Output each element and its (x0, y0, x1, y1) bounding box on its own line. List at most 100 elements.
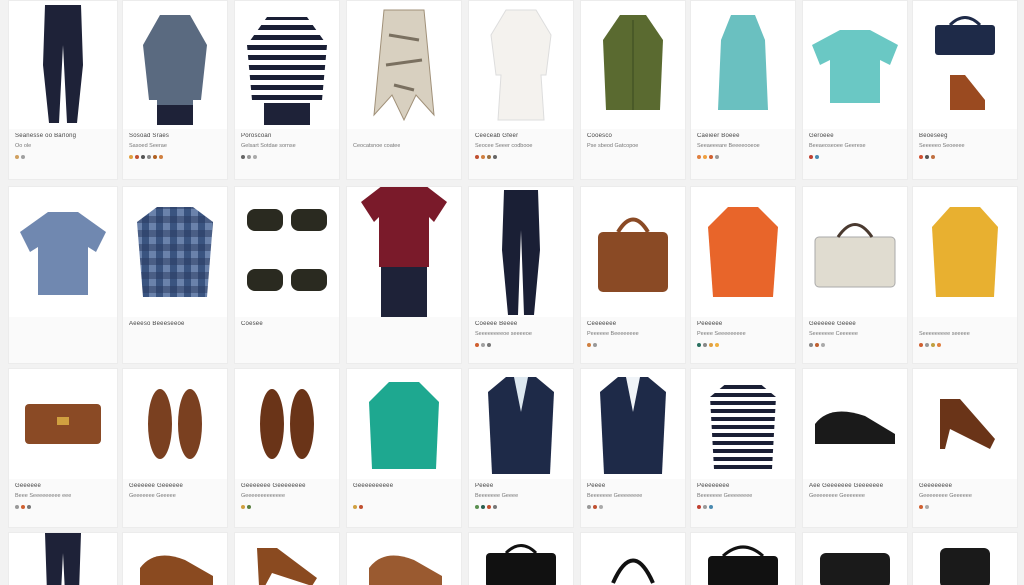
product-title[interactable]: Peeee (587, 483, 605, 489)
product-title[interactable]: Peeee (475, 483, 493, 489)
product-image[interactable] (123, 187, 227, 317)
product-title[interactable]: Coesee (241, 321, 263, 327)
product-image[interactable] (691, 533, 795, 585)
product-image[interactable] (581, 369, 685, 479)
product-image[interactable] (347, 533, 461, 585)
product-card[interactable] (346, 186, 462, 364)
color-swatch[interactable] (481, 505, 485, 509)
color-swatch[interactable] (709, 155, 713, 159)
color-swatch[interactable] (493, 155, 497, 159)
product-image[interactable] (235, 533, 339, 585)
color-swatch[interactable] (353, 505, 357, 509)
product-image[interactable] (9, 187, 117, 317)
product-card[interactable]: Geroeee Beeaeoseoee Geerese (802, 0, 908, 180)
color-swatch[interactable] (129, 155, 133, 159)
product-card[interactable]: Geeeeeeee Geeeeeeee Geeeeee (912, 368, 1018, 528)
color-swatch[interactable] (697, 505, 701, 509)
product-card[interactable] (690, 532, 796, 585)
product-title[interactable]: Cooesco (587, 133, 612, 139)
product-card[interactable]: Peeeeee Peeee Seeeeeeeee (690, 186, 796, 364)
product-card[interactable]: Ceeceab Gfeer Seocee Seeer codbooe (468, 0, 574, 180)
product-image[interactable] (123, 369, 227, 479)
product-card[interactable] (468, 532, 574, 585)
color-swatch[interactable] (475, 155, 479, 159)
product-card[interactable] (122, 532, 228, 585)
color-swatch[interactable] (27, 505, 31, 509)
color-swatch[interactable] (931, 343, 935, 347)
color-swatch[interactable] (21, 155, 25, 159)
product-card[interactable]: Seeeeeeeee seeeee (912, 186, 1018, 364)
product-title[interactable]: Poroscoan (241, 133, 272, 139)
color-swatch[interactable] (487, 155, 491, 159)
color-swatch[interactable] (925, 505, 929, 509)
product-title[interactable]: Peeeeee (697, 321, 722, 327)
color-swatch[interactable] (21, 505, 25, 509)
product-image[interactable] (9, 369, 117, 479)
product-title[interactable]: Geeeeeee Geeeeeeee (241, 483, 306, 489)
color-swatch[interactable] (703, 505, 707, 509)
product-title[interactable]: Sosoad Sraes (129, 133, 169, 139)
product-title[interactable]: Aee Geeeeeee Geeeeeee (809, 483, 883, 489)
product-card[interactable]: Cooesco Pse sbeod Gatcopoe (580, 0, 686, 180)
product-image[interactable] (913, 369, 1017, 479)
product-image[interactable] (581, 187, 685, 317)
product-image[interactable] (9, 533, 117, 585)
color-swatch[interactable] (241, 155, 245, 159)
product-image[interactable] (235, 369, 339, 479)
color-swatch[interactable] (815, 343, 819, 347)
product-title[interactable]: Peeeeeeee (697, 483, 730, 489)
product-card[interactable]: Ceocatsnoe coatee (346, 0, 462, 180)
product-title[interactable]: Seanesse oo Barlong (15, 133, 76, 139)
product-title[interactable]: Coeeee Beeee (475, 321, 517, 327)
product-title[interactable]: Ceeeeeee (587, 321, 616, 327)
product-image[interactable] (581, 1, 685, 129)
product-card[interactable]: Aee Geeeeeee Geeeeeee Geeeeeeee Geeeeeee (802, 368, 908, 528)
color-swatch[interactable] (475, 505, 479, 509)
product-title[interactable]: Geeeeee Geeee (809, 321, 856, 327)
product-card[interactable]: Peeeeeeee Beeeeeee Geeeeeeee (690, 368, 796, 528)
color-swatch[interactable] (481, 343, 485, 347)
product-card[interactable]: Beoeseeg Seeeeeo Seoeeee (912, 0, 1018, 180)
color-swatch[interactable] (925, 155, 929, 159)
product-image[interactable] (913, 1, 1017, 129)
color-swatch[interactable] (809, 155, 813, 159)
product-card[interactable] (802, 532, 908, 585)
product-image[interactable] (803, 369, 907, 479)
product-card[interactable]: Geeeeeee Geeeeeeee Geeeeeeeeeeeee (234, 368, 340, 528)
product-card[interactable]: Coeeee Beeee Seeeeeeeeoe seeeeoe (468, 186, 574, 364)
product-card[interactable]: Geeeeee Geeee Seeeeeee Ceeeeee (802, 186, 908, 364)
product-image[interactable] (691, 369, 795, 479)
color-swatch[interactable] (697, 343, 701, 347)
product-card[interactable]: Caeieer Boeee Seeaeeeare Beeeeooeoe (690, 0, 796, 180)
color-swatch[interactable] (593, 343, 597, 347)
product-title[interactable]: Geeeeeeeeee (353, 483, 393, 489)
color-swatch[interactable] (709, 343, 713, 347)
color-swatch[interactable] (919, 155, 923, 159)
product-card[interactable]: Geeeeee Beee Seeeeeeeee eee (8, 368, 118, 528)
product-image[interactable] (691, 1, 795, 129)
product-card[interactable]: Geeeeee Geeeeee Geeeeeee Geeeee (122, 368, 228, 528)
color-swatch[interactable] (587, 505, 591, 509)
color-swatch[interactable] (925, 343, 929, 347)
product-card[interactable]: Poroscoan Gelsart Sotdae sornse (234, 0, 340, 180)
color-swatch[interactable] (253, 155, 257, 159)
color-swatch[interactable] (815, 155, 819, 159)
color-swatch[interactable] (919, 505, 923, 509)
product-image[interactable] (347, 1, 461, 129)
color-swatch[interactable] (703, 343, 707, 347)
product-card[interactable]: Ceeeeeee Peeeeee Beeeeeeee (580, 186, 686, 364)
color-swatch[interactable] (247, 505, 251, 509)
product-image[interactable] (347, 187, 461, 317)
color-swatch[interactable] (15, 155, 19, 159)
product-card[interactable]: Geeeeeeeeee (346, 368, 462, 528)
color-swatch[interactable] (599, 505, 603, 509)
color-swatch[interactable] (359, 505, 363, 509)
product-image[interactable] (581, 533, 685, 585)
product-image[interactable] (9, 1, 117, 129)
color-swatch[interactable] (135, 155, 139, 159)
color-swatch[interactable] (937, 343, 941, 347)
color-swatch[interactable] (715, 343, 719, 347)
color-swatch[interactable] (141, 155, 145, 159)
color-swatch[interactable] (709, 505, 713, 509)
product-card[interactable]: Sosoad Sraes Sasoed Seerae (122, 0, 228, 180)
